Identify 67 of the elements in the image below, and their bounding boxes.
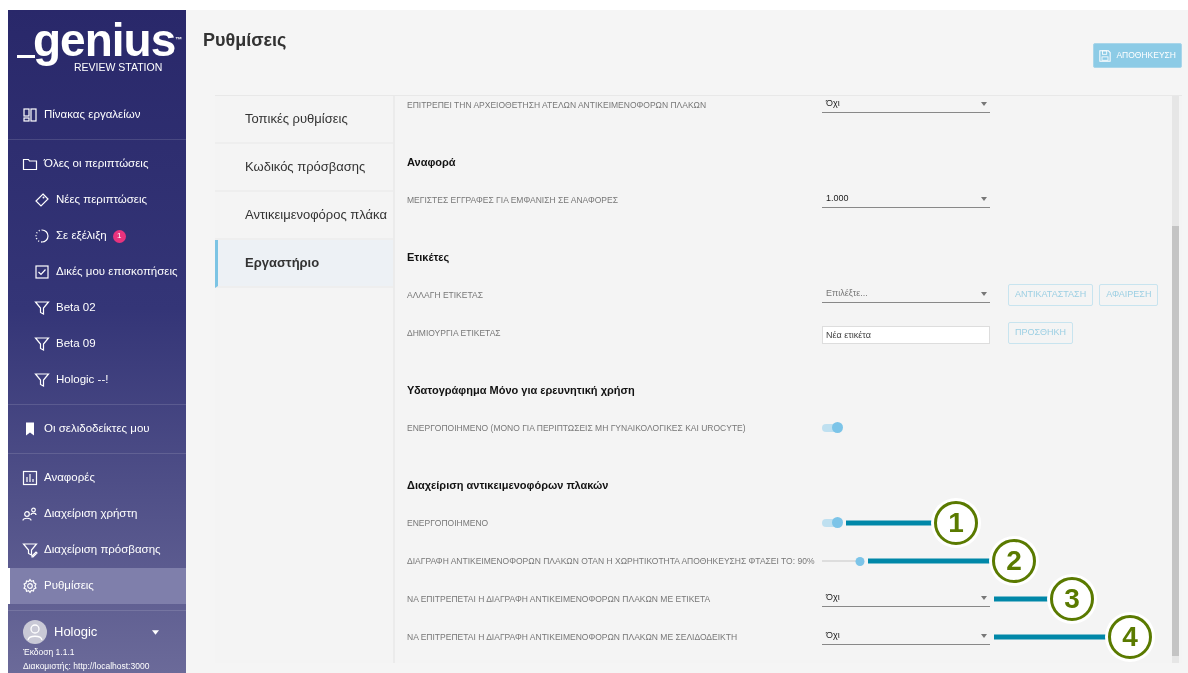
setting-label: ΕΝΕΡΓΟΠΟΙΗΜΕΝΟ [407, 516, 490, 530]
section-heading: Υδατογράφημα Μόνο για ερευνητική χρήση [407, 382, 635, 398]
caret-icon[interactable] [152, 629, 160, 635]
filter-icon [34, 372, 50, 388]
count-badge: 1 [112, 229, 126, 243]
users-icon [22, 506, 38, 522]
scrollbar[interactable] [1172, 96, 1179, 663]
settings-icon [22, 578, 38, 594]
sidebar-item[interactable]: Οι σελιδοδείκτες μου [8, 411, 186, 447]
version-text: Έκδοση 1.1.1 [23, 647, 76, 657]
setting-label: ΔΙΑΓΡΑΦΗ ΑΝΤΙΚΕΙΜΕΝΟΦΟΡΩΝ ΠΛΑΚΩΝ ΟΤΑΝ Η ΧΩΡΗΤΙΚΟΤΗΤΑ ΑΠΟΘΗΚΕΥΣΗΣ ΦΤΑΣΕΙ ΤΟ: 90% [407, 554, 816, 568]
bar-chart-icon [22, 470, 38, 486]
text-field[interactable]: Νέα ετικέτα [822, 326, 990, 344]
callout-number: 4 [1108, 615, 1152, 659]
select-field[interactable]: Επιλέξτε... [822, 286, 990, 304]
sidebar-item[interactable]: Beta 09 [8, 326, 186, 362]
page-title: Ρυθμίσεις [203, 29, 287, 52]
sidebar-item[interactable]: Σε εξέλιξη 1 [8, 218, 186, 254]
settings-tab[interactable]: Τοπικές ρυθμίσεις [215, 96, 393, 144]
sidebar-item[interactable]: Διαχείριση χρήστη [8, 496, 186, 532]
checkbox-icon [34, 264, 50, 280]
select-field[interactable]: Όχι [822, 628, 990, 646]
setting-label: ΝΑ ΕΠΙΤΡΕΠΕΤΑΙ Η ΔΙΑΓΡΑΦΗ ΑΝΤΙΚΕΙΜΕΝΟΦΟΡΩΝ ΠΛΑΚΩΝ ΜΕ ΕΤΙΚΕΤΑ [407, 592, 712, 606]
tag-icon [34, 192, 50, 208]
settings-tab[interactable]: Κωδικός πρόσβασης [215, 144, 393, 192]
section-heading: Ετικέτες [407, 249, 450, 265]
grid-icon [22, 107, 38, 123]
sidebar-item[interactable]: Νέες περιπτώσεις [8, 182, 186, 218]
sidebar-item[interactable]: Όλες οι περιπτώσεις [8, 146, 186, 182]
filter-icon [34, 300, 50, 316]
section-heading: Διαχείριση αντικειμενοφόρων πλακών [407, 477, 609, 493]
setting-label: ΕΠΙΤΡΕΠΕΙ ΤΗΝ ΑΡΧΕΙΟΘΕΤΗΣΗ ΑΤΕΛΩΝ ΑΝΤΙΚΕΙΜΕΝΟΦΟΡΩΝ ΠΛΑΚΩΝ [407, 98, 708, 112]
toggle-switch[interactable] [822, 519, 842, 527]
caret-icon [981, 595, 987, 600]
select-field[interactable]: Όχι [822, 96, 990, 114]
toggle-switch[interactable] [822, 424, 842, 432]
sidebar-item[interactable]: Αναφορές [8, 460, 186, 496]
sidebar-item[interactable]: Beta 02 [8, 290, 186, 326]
filter-pencil-icon [22, 542, 38, 558]
avatar-icon [23, 620, 47, 644]
select-field[interactable]: Όχι [822, 590, 990, 608]
section-heading: Αναφορά [407, 154, 456, 170]
callout-number: 2 [992, 539, 1036, 583]
caret-icon [981, 101, 987, 106]
filter-icon [34, 336, 50, 352]
sidebar-item[interactable]: Δικές μου επισκοπήσεις [8, 254, 186, 290]
folder-icon [22, 156, 38, 172]
settings-tab[interactable]: Εργαστήριο [215, 240, 393, 288]
caret-icon [981, 291, 987, 296]
callout-number: 3 [1050, 577, 1094, 621]
setting-label: ΑΛΛΑΓΗ ΕΤΙΚΕΤΑΣ [407, 288, 484, 302]
sidebar-item[interactable]: Hologic --! [8, 362, 186, 398]
setting-label: ΝΑ ΕΠΙΤΡΕΠΕΤΑΙ Η ΔΙΑΓΡΑΦΗ ΑΝΤΙΚΕΙΜΕΝΟΦΟΡΩΝ ΠΛΑΚΩΝ ΜΕ ΣΕΛΙΔΟΔΕΙΚΤΗ [407, 630, 739, 644]
setting-label: ΔΗΜΙΟΥΡΓΙΑ ΕΤΙΚΕΤΑΣ [407, 326, 502, 340]
sidebar-item[interactable]: Πίνακας εργαλείων [8, 97, 186, 133]
callout-number: 1 [934, 501, 978, 545]
sidebar-item[interactable]: Ρυθμίσεις [8, 568, 186, 604]
server-text: Διακομιστής: http://localhost:3000 [23, 661, 151, 671]
caret-icon [981, 633, 987, 638]
setting-label: ΜΕΓΙΣΤΕΣ ΕΓΓΡΑΦΕΣ ΓΙΑ ΕΜΦΑΝΙΣΗ ΣΕ ΑΝΑΦΟΡΕΣ [407, 193, 619, 207]
setting-label: ΕΝΕΡΓΟΠΟΙΗΜΕΝΟ (ΜΟΝΟ ΓΙΑ ΠΕΡΙΠΤΩΣΕΙΣ ΜΗ ΓΥΝΑΙΚΟΛΟΓΙΚΕΣ ΚΑΙ UROCYTE) [407, 421, 747, 435]
slider-thumb[interactable] [855, 556, 865, 566]
select-field[interactable]: 1.000 [822, 191, 990, 209]
sidebar-item[interactable]: Διαχείριση πρόσβασης [8, 532, 186, 568]
user-name[interactable]: Hologic [54, 622, 98, 642]
spinner-icon [34, 228, 50, 244]
caret-icon [981, 196, 987, 201]
